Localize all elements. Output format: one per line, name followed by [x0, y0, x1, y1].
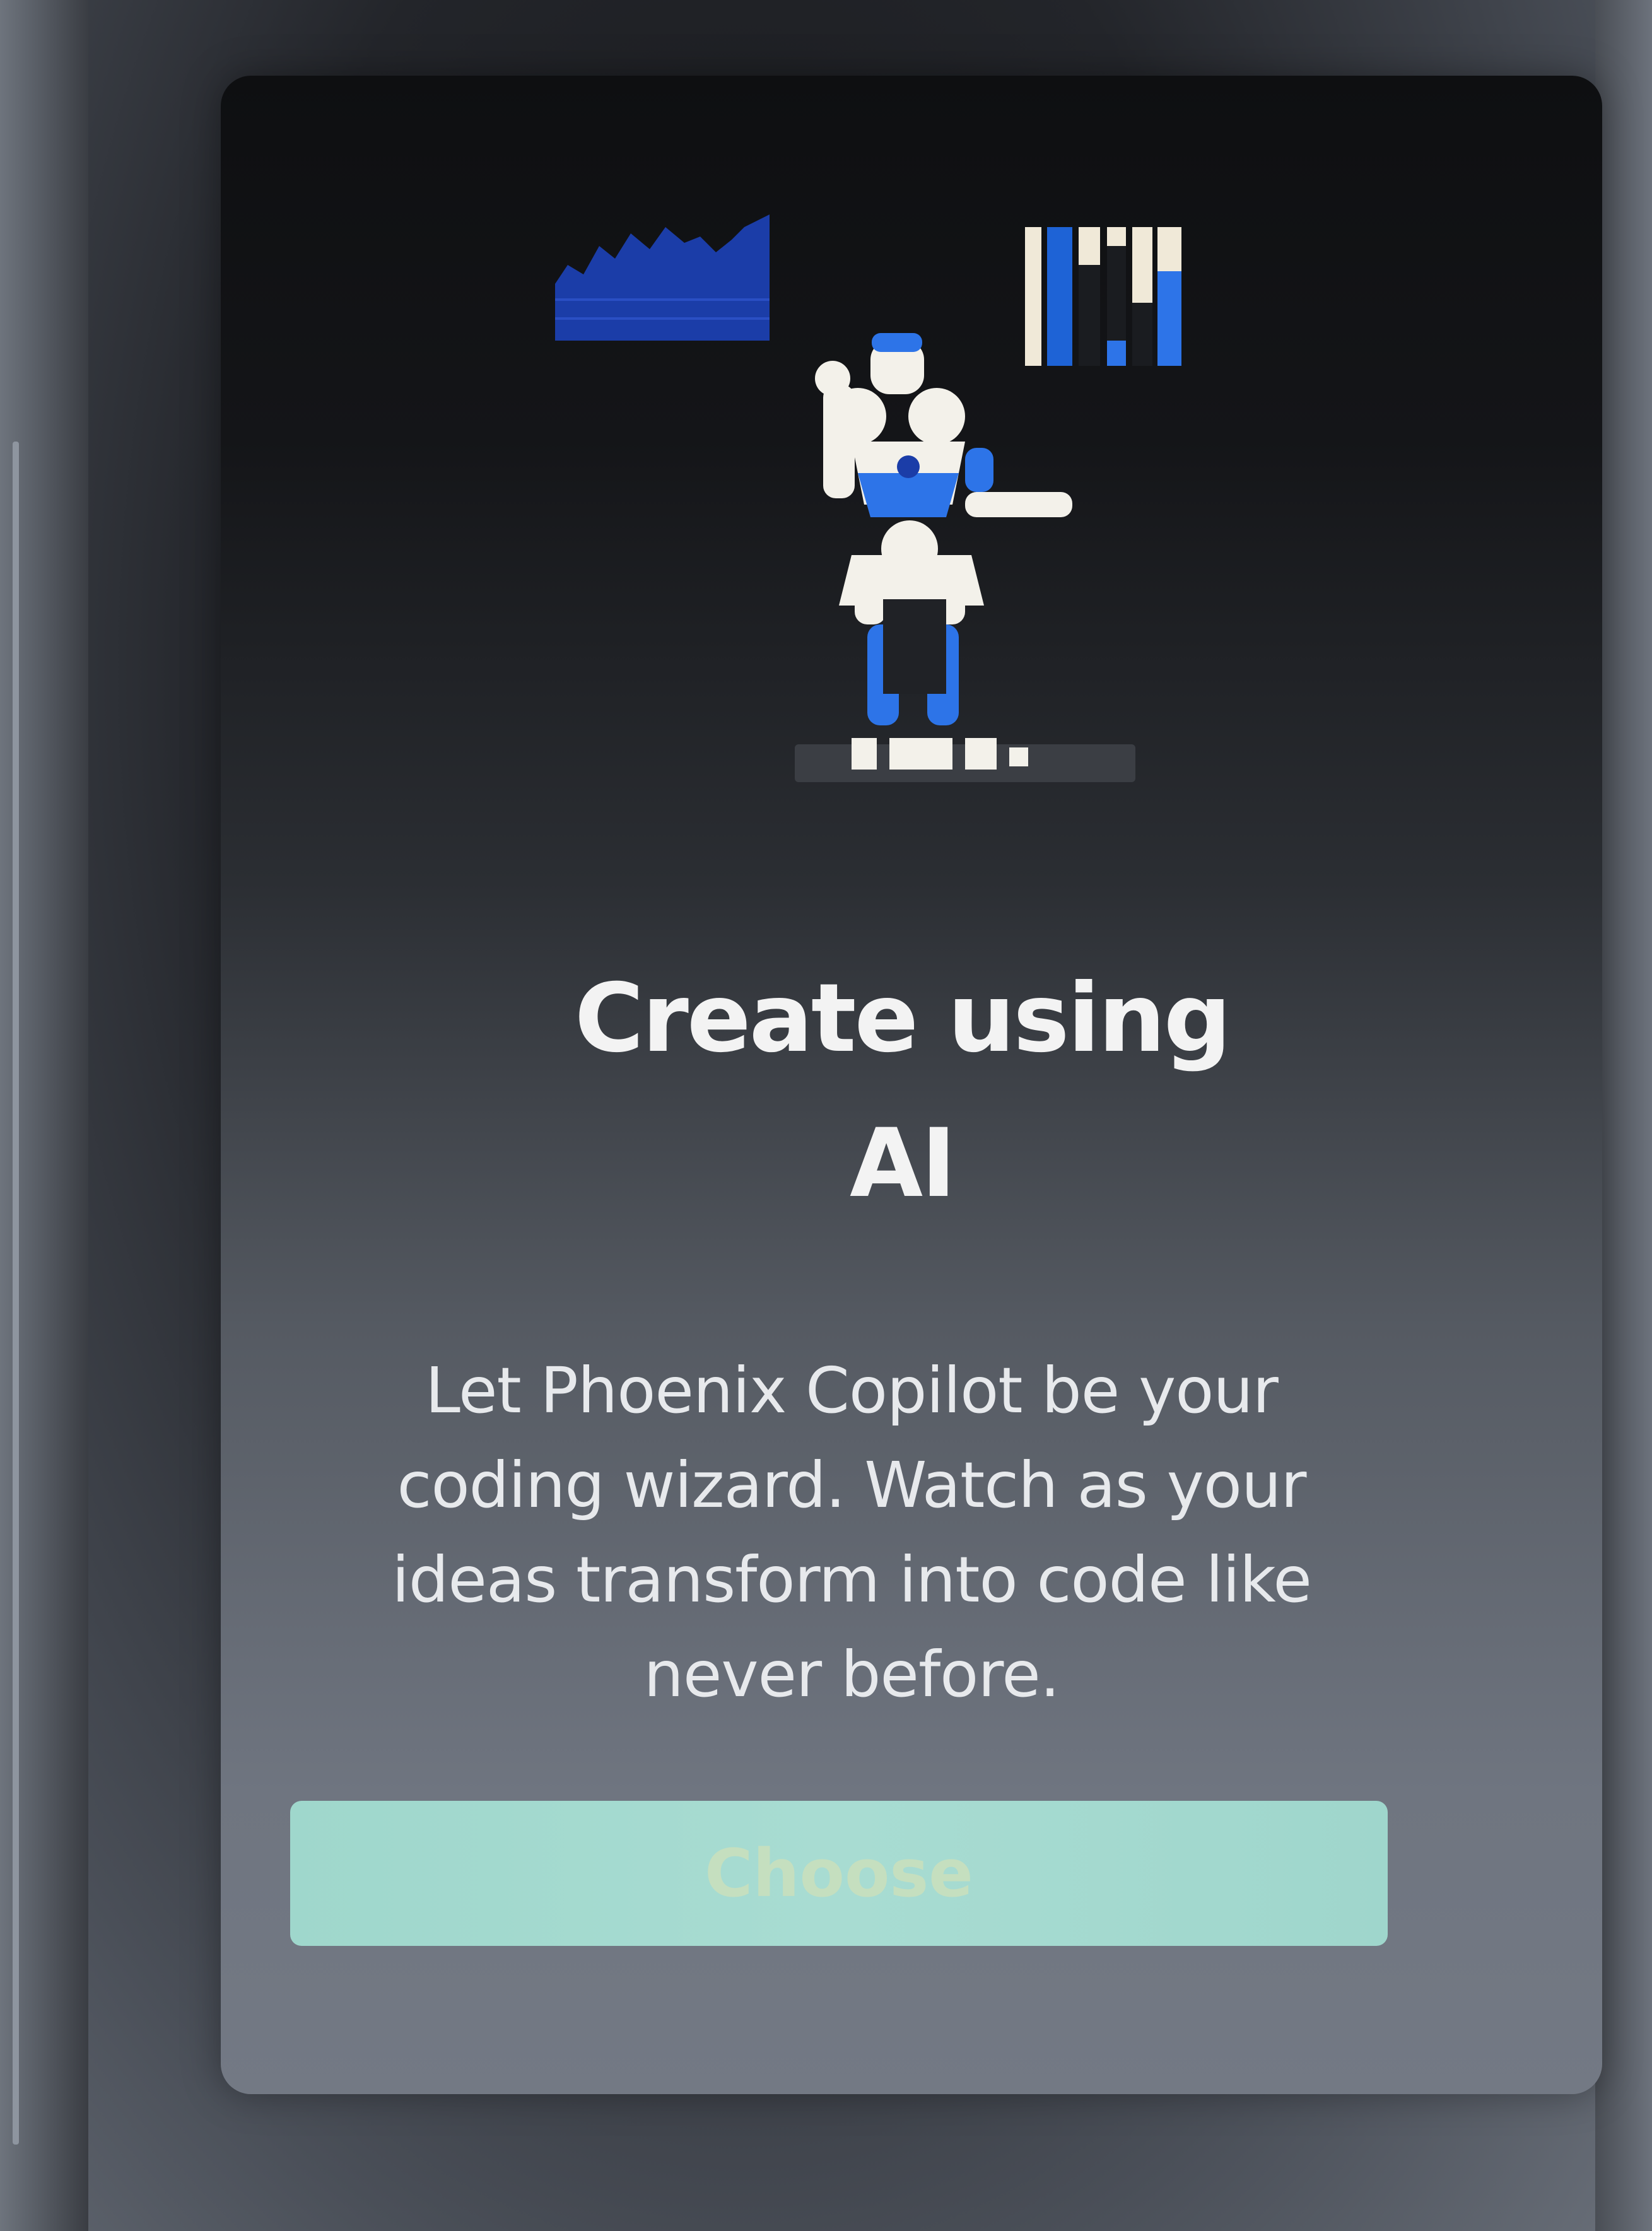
pedestal-icon: [795, 738, 1135, 782]
bar-chart-icon: [1025, 227, 1181, 366]
robot-icon: [815, 333, 1072, 725]
card-title: Create using AI: [410, 946, 1394, 1236]
card-title-line-1: Create using: [574, 964, 1231, 1074]
screen-background: Create using AI Let Phoenix Copilot be y…: [0, 0, 1652, 2231]
area-chart-icon: [555, 214, 770, 341]
card-description: Let Phoenix Copilot be your coding wizar…: [392, 1354, 1312, 1711]
card-title-line-2: AI: [850, 1109, 956, 1219]
choose-button[interactable]: Choose: [290, 1801, 1388, 1946]
left-panel-border: [13, 442, 19, 2145]
right-panel-edge: [1595, 0, 1652, 2231]
robot-analytics-illustration-icon: [555, 214, 1181, 782]
